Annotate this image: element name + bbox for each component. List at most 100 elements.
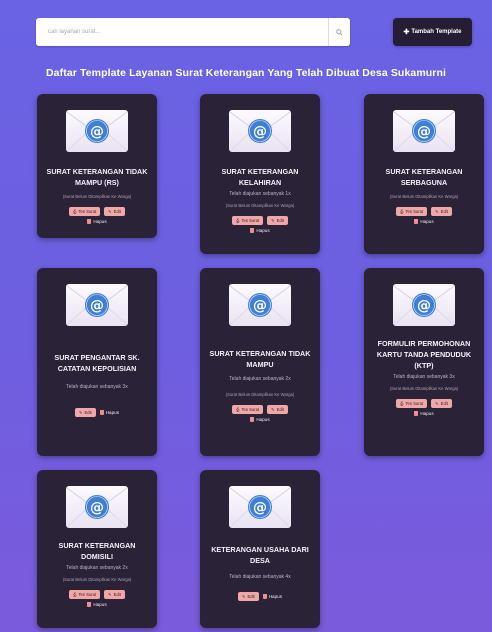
delete-button[interactable]: Hapus (99, 410, 119, 415)
printer-icon: ⎙ (400, 401, 404, 406)
svg-text:@: @ (253, 500, 267, 516)
edit-button[interactable]: ✎ Edit (431, 399, 452, 408)
printer-icon: ⎙ (236, 218, 240, 223)
test-letter-button[interactable]: ⎙ Tes Surat (396, 207, 428, 216)
edit-label: Edit (113, 592, 121, 597)
delete-button[interactable]: Hapus (262, 594, 282, 599)
email-envelope-icon: @ (229, 284, 291, 326)
page-title: Daftar Template Layanan Surat Keterangan… (46, 67, 446, 79)
test-letter-button[interactable]: ⎙ Tes Surat (69, 590, 101, 599)
edit-icon: ✎ (108, 592, 112, 597)
search-input[interactable] (36, 18, 328, 46)
delete-button[interactable]: Hapus (250, 417, 270, 422)
card-title: KETERANGAN USAHA DARI DESA (211, 545, 309, 565)
card-title: SURAT KETERANGAN KELAHIRAN (221, 167, 299, 187)
template-card: @ SURAT KETERANGAN DOMISILI Telah diajuk… (37, 470, 157, 628)
edit-button[interactable]: ✎ Edit (267, 216, 288, 225)
delete-button[interactable]: Hapus (250, 228, 270, 233)
delete-label: Hapus (93, 602, 107, 607)
svg-text:@: @ (90, 298, 104, 314)
test-letter-label: Tes Surat (405, 401, 424, 406)
trash-icon (414, 411, 419, 416)
edit-label: Edit (276, 407, 284, 412)
submission-count: Telah diajukan sebanyak 2x (66, 565, 128, 571)
delete-label: Hapus (105, 410, 119, 415)
edit-label: Edit (440, 401, 448, 406)
card-title: SURAT KETERANGAN TIDAK MAMPU (RS) (46, 167, 148, 187)
edit-label: Edit (276, 218, 284, 223)
svg-text:@: @ (90, 500, 104, 516)
trash-icon (262, 594, 267, 599)
test-letter-button[interactable]: ⎙ Tes Surat (232, 216, 264, 225)
submission-count: Telah diajukan sebanyak 4x (229, 574, 291, 580)
edit-button[interactable]: ✎ Edit (104, 590, 125, 599)
template-card: @ SURAT KETERANGAN TIDAK MAMPU (RS) (Sur… (37, 94, 157, 238)
edit-button[interactable]: ✎ Edit (431, 207, 452, 216)
search-icon (336, 28, 343, 36)
plus-icon: ✚ (403, 29, 410, 36)
search-bar (36, 18, 350, 46)
delete-button[interactable]: Hapus (414, 411, 434, 416)
edit-button[interactable]: ✎ Edit (104, 207, 125, 216)
trash-icon (87, 602, 92, 607)
status-note: (Surat Belum Ditampilkan Ke Warga) (225, 203, 295, 208)
template-card: @ SURAT PENGANTAR SK. CATATAN KEPOLISIAN… (37, 268, 157, 456)
printer-icon: ⎙ (236, 407, 240, 412)
edit-icon: ✎ (271, 407, 275, 412)
edit-icon: ✎ (271, 218, 275, 223)
test-letter-label: Tes Surat (241, 407, 260, 412)
printer-icon: ⎙ (73, 209, 77, 214)
delete-button[interactable]: Hapus (87, 602, 107, 607)
edit-icon: ✎ (435, 209, 439, 214)
email-envelope-icon: @ (229, 486, 291, 528)
add-template-button[interactable]: ✚ Tambah Template (393, 18, 472, 46)
card-title: SURAT KETERANGAN TIDAK MAMPU (209, 349, 311, 369)
edit-icon: ✎ (435, 401, 439, 406)
trash-icon (414, 219, 419, 224)
submission-count: Telah diajukan sebanyak 2x (229, 376, 291, 382)
status-note: (Surat Belum Ditampilkan Ke Warga) (389, 194, 459, 199)
edit-button[interactable]: ✎ Edit (74, 408, 96, 417)
test-letter-button[interactable]: ⎙ Tes Surat (396, 399, 428, 408)
template-card: @ FORMULIR PERMOHONAN KARTU TANDA PENDUD… (364, 268, 484, 456)
svg-text:@: @ (417, 124, 431, 140)
status-note: (Surat Belum Ditampilkan Ke Warga) (62, 194, 132, 199)
submission-count: Telah diajukan sebanyak 1x (229, 191, 291, 197)
status-note: (Surat Belum Ditampilkan Ke Warga) (389, 386, 459, 391)
edit-button[interactable]: ✎ Edit (267, 405, 288, 414)
submission-count: Telah diajukan sebanyak 3x (66, 384, 128, 390)
email-envelope-icon: @ (229, 110, 291, 152)
printer-icon: ⎙ (400, 209, 404, 214)
edit-icon: ✎ (108, 209, 112, 214)
delete-label: Hapus (420, 219, 434, 224)
svg-text:@: @ (253, 124, 267, 140)
edit-icon: ✎ (241, 594, 246, 599)
delete-label: Hapus (256, 228, 270, 233)
edit-button[interactable]: ✎ Edit (237, 592, 259, 601)
test-letter-button[interactable]: ⎙ Tes Surat (69, 207, 101, 216)
template-card: @ KETERANGAN USAHA DARI DESA Telah diaju… (200, 470, 320, 628)
test-letter-button[interactable]: ⎙ Tes Surat (232, 405, 264, 414)
trash-icon (250, 228, 255, 233)
delete-label: Hapus (268, 594, 282, 599)
edit-label: Edit (113, 209, 121, 214)
test-letter-label: Tes Surat (78, 592, 97, 597)
email-envelope-icon: @ (393, 284, 455, 326)
email-envelope-icon: @ (393, 110, 455, 152)
delete-label: Hapus (420, 411, 434, 416)
template-card: @ SURAT KETERANGAN SERBAGUNA (Surat Belu… (364, 94, 484, 254)
trash-icon (87, 219, 92, 224)
status-note: (Surat Belum Ditampilkan Ke Warga) (62, 577, 132, 582)
card-title: SURAT KETERANGAN DOMISILI (58, 541, 136, 561)
printer-icon: ⎙ (73, 592, 77, 597)
delete-label: Hapus (256, 417, 270, 422)
email-envelope-icon: @ (66, 110, 128, 152)
edit-label: Edit (84, 410, 92, 415)
search-button[interactable] (328, 18, 350, 46)
test-letter-label: Tes Surat (405, 209, 424, 214)
test-letter-label: Tes Surat (78, 209, 97, 214)
delete-button[interactable]: Hapus (414, 219, 434, 224)
template-card: @ SURAT KETERANGAN TIDAK MAMPU Telah dia… (200, 268, 320, 456)
edit-label: Edit (440, 209, 448, 214)
delete-button[interactable]: Hapus (87, 219, 107, 224)
